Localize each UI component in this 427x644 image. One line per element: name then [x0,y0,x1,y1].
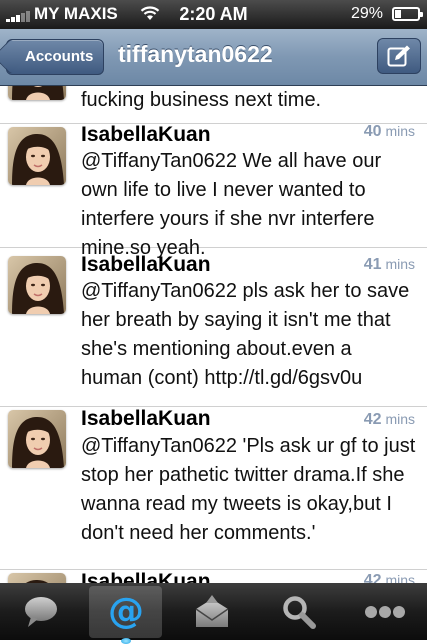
tweet-partial[interactable]: fucking business next time. [0,86,427,124]
tweet-time: 42 mins [363,411,415,428]
navigation-bar: Accounts tiffanytan0622 [0,29,427,86]
tweet-time: 40 mins [363,123,415,140]
battery-icon [392,7,423,21]
page-title: tiffanytan0622 [118,41,273,67]
tab-bar: @ [0,583,427,644]
battery-percent: 29% [350,5,383,22]
tab-mentions[interactable]: @ [89,586,162,644]
tweet-time: 42 mins [363,572,415,583]
status-bar: MY MAXIS 2:20 AM 29% [0,0,427,29]
tab-search[interactable] [262,586,335,638]
tweet-row[interactable]: IsabellaKuan 41 mins @TiffanyTan0622 pls… [0,248,427,407]
tweet-text: @TiffanyTan0622 pls ask her to save her … [81,280,410,389]
accounts-back-button[interactable]: Accounts [6,39,105,75]
avatar[interactable] [8,256,66,314]
at-sign-icon: @ [108,593,144,631]
avatar[interactable] [8,410,66,468]
accounts-back-label: Accounts [25,48,94,65]
tweet-time: 41 mins [363,256,415,273]
avatar[interactable] [8,127,66,185]
avatar[interactable] [8,86,66,100]
tweet-author[interactable]: IsabellaKuan [81,123,211,147]
search-icon [282,596,316,629]
tweet-text: @TiffanyTan0622 'Pls ask ur gf to just s… [81,435,416,544]
envelope-icon [195,595,228,627]
mentions-timeline[interactable]: fucking business next time. IsabellaKuan… [0,86,427,583]
tab-messages[interactable] [175,586,248,638]
tweet-author[interactable]: IsabellaKuan [81,407,211,431]
tab-timeline[interactable] [4,586,77,638]
tab-more[interactable] [348,586,421,638]
more-icon [364,606,405,618]
tweet-row[interactable]: IsabellaKuan 42 mins @TiffanyTan0622 'Pl… [0,407,427,570]
avatar[interactable] [8,573,66,583]
tweet-text: @TiffanyTan0622 We all have our own life… [81,150,382,259]
tweet-row[interactable]: IsabellaKuan 40 mins @TiffanyTan0622 We … [0,123,427,259]
speech-bubble-icon [24,597,57,627]
tweet-author[interactable]: IsabellaKuan [81,253,211,277]
svg-text:@: @ [108,593,144,631]
compose-icon [387,45,410,67]
tweet-author[interactable]: IsabellaKuan [81,570,211,583]
tweet-row[interactable]: IsabellaKuan 42 mins [0,570,427,583]
compose-button[interactable] [377,38,421,74]
tweet-text: fucking business next time. [81,89,322,111]
